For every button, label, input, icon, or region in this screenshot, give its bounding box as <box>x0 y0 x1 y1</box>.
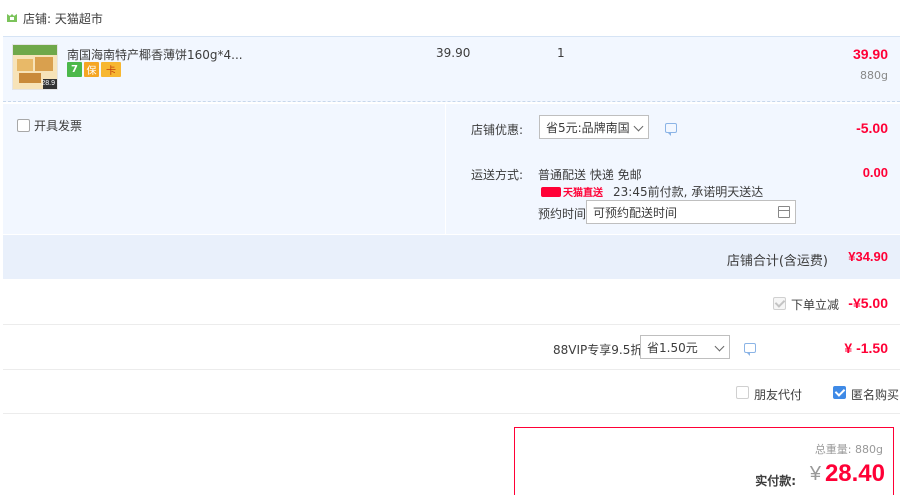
service-badges: 7 保 卡 <box>67 62 121 77</box>
pay-total: 28.40 <box>824 460 885 487</box>
shipping-method: 普通配送 快递 免邮 <box>538 168 642 182</box>
store-total-value: ¥34.90 <box>848 249 888 264</box>
shipping-fee: 0.00 <box>862 165 888 180</box>
tmall-direct-tag: 天猫直送 <box>541 184 603 199</box>
store-discount-amount: -5.00 <box>856 120 888 136</box>
unit-price: 39.90 <box>436 46 471 60</box>
store-discount-select[interactable]: 省5元:品牌南国 <box>539 115 649 139</box>
invoice-checkbox[interactable] <box>17 119 30 132</box>
payment-options-row: 朋友代付 匿名购买 <box>3 370 900 414</box>
vip-label: 88VIP专享9.5折 <box>553 343 643 357</box>
booking-time-placeholder: 可预约配送时间 <box>593 205 678 220</box>
card-payment-icon[interactable]: 卡 <box>101 62 121 77</box>
store-total-label: 店铺合计(含运费) <box>726 254 828 269</box>
vip-discount-select[interactable]: 省1.50元 <box>640 335 730 359</box>
chevron-down-icon <box>714 341 725 352</box>
chevron-down-icon <box>633 121 644 132</box>
payment-summary: 总重量: 880g 实付款: ¥ 28.40 <box>514 427 894 495</box>
instant-discount-row: 下单立减 -¥5.00 <box>3 281 900 325</box>
store-options-panel: 店铺优惠: 省5元:品牌南国 -5.00 运送方式: 普通配送 快递 免邮 天猫… <box>449 104 900 234</box>
store-discount-label: 店铺优惠: <box>471 123 524 137</box>
vip-discount-option: 省1.50元 <box>647 340 698 355</box>
invoice-label[interactable]: 开具发票 <box>34 117 82 134</box>
anonymous-checkbox[interactable] <box>833 386 846 399</box>
tmall-direct-label: 天猫直送 <box>563 188 603 199</box>
booking-time-input[interactable]: 可预约配送时间 <box>586 200 796 224</box>
seven-day-return-icon[interactable]: 7 <box>67 62 82 77</box>
instant-discount-label: 下单立减 <box>791 298 840 312</box>
instant-discount-value: -¥5.00 <box>848 295 888 311</box>
message-icon[interactable] <box>744 343 756 356</box>
thumbnail-price-caption: 28.9 <box>41 80 55 87</box>
quantity: 1 <box>557 46 565 60</box>
friend-pay-label[interactable]: 朋友代付 <box>754 386 802 403</box>
total-weight: 总重量: 880g <box>814 443 883 456</box>
friend-pay-checkbox[interactable] <box>736 386 749 399</box>
order-details: 开具发票 店铺优惠: 省5元:品牌南国 -5.00 运送方式: 普通配送 快递 … <box>3 104 900 279</box>
product-thumbnail[interactable]: 28.9 <box>12 44 58 90</box>
store-discount-option: 省5元:品牌南国 <box>546 120 630 135</box>
instant-discount-checkbox <box>773 297 786 310</box>
shipping-label: 运送方式: <box>471 168 524 182</box>
store-total-bar: 店铺合计(含运费) ¥34.90 <box>3 234 900 279</box>
pay-label: 实付款: <box>755 474 796 488</box>
item-subtotal: 39.90 <box>852 46 888 62</box>
shop-name[interactable]: 店铺: 天猫超市 <box>23 10 103 27</box>
invoice-panel: 开具发票 <box>3 104 446 234</box>
tmall-store-icon <box>7 14 17 22</box>
vip-discount-value: ¥ -1.50 <box>844 340 888 356</box>
invoice-option[interactable]: 开具发票 <box>17 117 82 134</box>
anonymous-label[interactable]: 匿名购买 <box>851 386 899 403</box>
product-title[interactable]: 南国海南特产椰香薄饼160g*4... <box>67 46 243 63</box>
shop-header: 店铺: 天猫超市 <box>0 0 903 36</box>
delivery-promise: 23:45前付款, 承诺明天送达 <box>613 185 764 199</box>
tmall-logo-icon <box>541 186 561 197</box>
message-icon[interactable] <box>665 123 677 136</box>
item-weight: 880g <box>860 69 888 82</box>
guarantee-icon[interactable]: 保 <box>84 62 99 77</box>
calendar-icon[interactable] <box>778 206 790 218</box>
product-row: 28.9 南国海南特产椰香薄饼160g*4... 7 保 卡 39.90 1 3… <box>3 36 900 102</box>
currency-symbol: ¥ <box>809 463 821 485</box>
vip-discount-row: 88VIP专享9.5折 省1.50元 ¥ -1.50 <box>3 326 900 370</box>
booking-time-label: 预约时间 <box>538 207 587 221</box>
